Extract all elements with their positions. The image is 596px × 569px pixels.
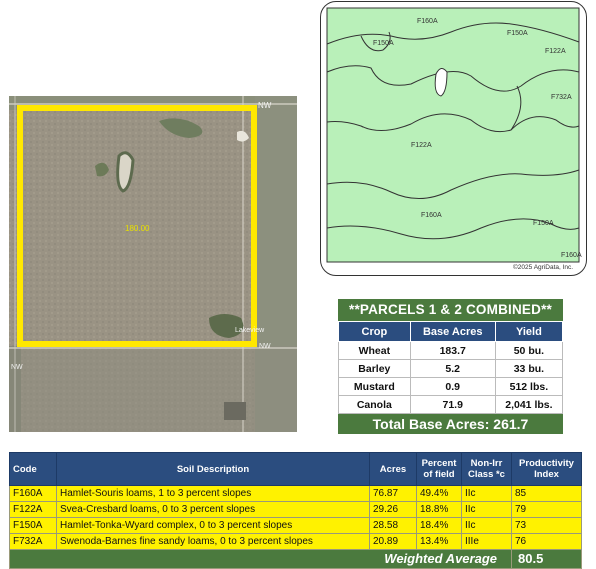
soil-description: Swenoda-Barnes fine sandy loams, 0 to 3 …	[56, 533, 370, 550]
soil-percent: 18.4%	[416, 517, 462, 534]
yield: 512 lbs.	[494, 377, 564, 396]
yield: 2,041 lbs.	[494, 395, 564, 414]
aerial-photo: 180.00 NW Lakeview NW NW	[9, 96, 297, 432]
header-soil-description: Soil Description	[56, 452, 370, 486]
soil-percent: 49.4%	[416, 485, 462, 502]
header-percent: Percent of field	[416, 452, 462, 486]
header-class-line2: Class *c	[468, 469, 505, 480]
header-productivity-line1: Productivity	[519, 458, 574, 469]
soil-label-f732a: F732A	[551, 94, 572, 101]
soil-table: Code Soil Description Acres Percent of f…	[9, 452, 582, 569]
soil-percent: 13.4%	[416, 533, 462, 550]
base-acres: 183.7	[409, 341, 496, 360]
soil-class: IIIe	[461, 533, 512, 550]
soil-description: Hamlet-Tonka-Wyard complex, 0 to 3 perce…	[56, 517, 370, 534]
soil-productivity: 73	[511, 517, 582, 534]
header-yield: Yield	[494, 321, 564, 342]
soil-acres: 28.58	[369, 517, 417, 534]
table-row: Canola 71.9 2,041 lbs.	[338, 395, 564, 414]
soil-label-f122a-2: F122A	[411, 142, 432, 149]
weighted-average-label: Weighted Average	[9, 549, 512, 569]
table-row: F150A Hamlet-Tonka-Wyard complex, 0 to 3…	[9, 517, 582, 534]
header-acres: Acres	[369, 452, 417, 486]
soil-label-f150a-3: F150A	[533, 220, 554, 227]
soil-code: F732A	[9, 533, 57, 550]
soil-code: F160A	[9, 485, 57, 502]
table-row: F732A Swenoda-Barnes fine sandy loams, 0…	[9, 533, 582, 550]
road-label-nw-top: NW	[258, 101, 272, 110]
weighted-average-value: 80.5	[511, 549, 582, 569]
base-acres: 71.9	[409, 395, 496, 414]
soil-acres: 29.26	[369, 501, 417, 518]
soil-map: F160A F150A F122A F150A F732A F122A F160…	[320, 1, 587, 276]
table-row: F122A Svea-Cresbard loams, 0 to 3 percen…	[9, 501, 582, 518]
crop-name: Barley	[338, 359, 411, 378]
soil-description: Hamlet-Souris loams, 1 to 3 percent slop…	[56, 485, 370, 502]
soil-productivity: 76	[511, 533, 582, 550]
total-base-acres: Total Base Acres: 261.7	[338, 414, 563, 434]
crop-name: Mustard	[338, 377, 411, 396]
header-class-line1: Non-Irr	[470, 458, 503, 469]
table-row: F160A Hamlet-Souris loams, 1 to 3 percen…	[9, 485, 582, 502]
header-percent-line2: of field	[423, 469, 455, 480]
total-value: 261.7	[493, 416, 529, 432]
map-copyright: ©2025 AgriData, Inc.	[513, 264, 574, 271]
header-base-acres: Base Acres	[409, 321, 496, 342]
parcels-table: **PARCELS 1 & 2 COMBINED** Crop Base Acr…	[338, 299, 564, 434]
base-acres: 0.9	[409, 377, 496, 396]
soil-code: F150A	[9, 517, 57, 534]
soil-label-f150a-2: F150A	[373, 40, 394, 47]
header-percent-line1: Percent	[421, 458, 457, 469]
header-productivity: Productivity Index	[511, 452, 582, 486]
header-crop: Crop	[338, 321, 411, 342]
soil-acres: 76.87	[369, 485, 417, 502]
soil-label-f160a-3: F160A	[561, 252, 582, 259]
aerial-acres-label: 180.00	[125, 224, 150, 233]
soil-description: Svea-Cresbard loams, 0 to 3 percent slop…	[56, 501, 370, 518]
table-row: Mustard 0.9 512 lbs.	[338, 377, 564, 396]
weighted-average-row: Weighted Average 80.5	[9, 549, 582, 569]
soil-class: IIc	[461, 501, 512, 518]
road-label-nw-left: NW	[11, 364, 23, 371]
total-label: Total Base Acres:	[372, 416, 490, 432]
soil-label-f160a-2: F160A	[421, 212, 442, 219]
header-code: Code	[9, 452, 57, 486]
yield: 33 bu.	[494, 359, 564, 378]
table-row: Barley 5.2 33 bu.	[338, 359, 564, 378]
soil-code: F122A	[9, 501, 57, 518]
soil-label-f150a-1: F150A	[507, 30, 528, 37]
crop-name: Canola	[338, 395, 411, 414]
base-acres: 5.2	[409, 359, 496, 378]
road-label-nw-bottom: NW	[259, 343, 271, 350]
yield: 50 bu.	[494, 341, 564, 360]
road-label-lakeview: Lakeview	[235, 327, 265, 334]
soil-class: IIc	[461, 517, 512, 534]
parcels-title: **PARCELS 1 & 2 COMBINED**	[338, 299, 563, 321]
soil-class: IIc	[461, 485, 512, 502]
soil-acres: 20.89	[369, 533, 417, 550]
soil-percent: 18.8%	[416, 501, 462, 518]
crop-name: Wheat	[338, 341, 411, 360]
header-productivity-line2: Index	[534, 469, 559, 480]
header-class: Non-Irr Class *c	[461, 452, 512, 486]
soil-label-f160a-1: F160A	[417, 18, 438, 25]
soil-productivity: 79	[511, 501, 582, 518]
soil-label-f122a-1: F122A	[545, 48, 566, 55]
table-row: Wheat 183.7 50 bu.	[338, 341, 564, 360]
soil-productivity: 85	[511, 485, 582, 502]
